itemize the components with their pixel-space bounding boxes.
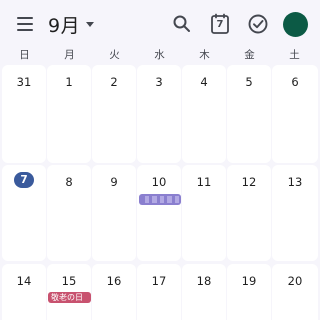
month-grid: 31 1 2 3 4 5 6 7 8 9 10 11 12 13 14 15 敬… (0, 65, 320, 320)
today-badge: 7 (14, 172, 34, 188)
day-cell[interactable]: 3 (137, 65, 181, 163)
day-number: 11 (196, 175, 212, 189)
day-number: 17 (151, 274, 167, 288)
event-chip-holiday[interactable]: 敬老の日 (48, 292, 91, 303)
day-number: 6 (291, 75, 299, 89)
day-cell[interactable]: 31 (2, 65, 46, 163)
month-label: 9月 (48, 14, 81, 37)
weekday-sun: 日 (19, 49, 30, 61)
day-number: 1 (65, 75, 73, 89)
day-cell[interactable]: 11 (182, 165, 226, 261)
day-cell[interactable]: 17 (137, 264, 181, 320)
month-selector[interactable]: 9月 (48, 11, 95, 37)
day-cell[interactable]: 5 (227, 65, 271, 163)
day-number: 12 (241, 175, 257, 189)
hamburger-menu-icon[interactable] (17, 17, 33, 31)
weekday-mon: 月 (64, 49, 75, 61)
day-number: 3 (155, 75, 163, 89)
day-number: 20 (287, 274, 303, 288)
day-cell[interactable]: 10 (137, 165, 181, 261)
day-cell[interactable]: 6 (272, 65, 318, 163)
day-number: 10 (151, 175, 167, 189)
day-cell[interactable]: 19 (227, 264, 271, 320)
day-number: 4 (200, 75, 208, 89)
day-number: 15 (61, 274, 77, 288)
event-chip-redacted[interactable] (139, 194, 181, 205)
today-icon-day: 7 (216, 19, 224, 30)
day-cell[interactable]: 14 (2, 264, 46, 320)
top-app-bar: 9月 7 (0, 0, 320, 48)
day-cell[interactable]: 18 (182, 264, 226, 320)
day-cell[interactable]: 15 敬老の日 (47, 264, 91, 320)
day-number: 18 (196, 274, 212, 288)
weekday-fri: 金 (244, 49, 255, 61)
day-cell[interactable]: 12 (227, 165, 271, 261)
caret-down-icon (86, 21, 95, 27)
day-number: 2 (110, 75, 118, 89)
avatar[interactable] (283, 12, 308, 37)
day-number: 5 (245, 75, 253, 89)
day-cell[interactable]: 20 (272, 264, 318, 320)
day-cell[interactable]: 16 (92, 264, 136, 320)
weekday-thu: 木 (199, 49, 210, 61)
day-cell-today[interactable]: 7 (2, 165, 46, 261)
calendar-today-icon[interactable]: 7 (208, 12, 232, 36)
day-cell[interactable]: 2 (92, 65, 136, 163)
day-cell[interactable]: 9 (92, 165, 136, 261)
day-number: 14 (16, 274, 32, 288)
weekday-sat: 土 (289, 49, 300, 61)
weekday-tue: 火 (109, 49, 120, 61)
day-number: 19 (241, 274, 257, 288)
day-cell[interactable]: 1 (47, 65, 91, 163)
weekday-wed: 水 (154, 49, 165, 61)
check-circle-icon[interactable] (246, 12, 270, 36)
search-icon[interactable] (170, 12, 194, 36)
calendar-app: 9月 7 日 月 火 水 木 金 土 31 1 2 3 4 5 6 7 8 9 … (0, 0, 320, 320)
day-number: 13 (287, 175, 303, 189)
day-number: 31 (16, 75, 32, 89)
day-cell[interactable]: 8 (47, 165, 91, 261)
day-cell[interactable]: 4 (182, 65, 226, 163)
weekday-header: 日 月 火 水 木 金 土 (0, 44, 320, 64)
day-number: 8 (65, 175, 73, 189)
day-number: 9 (110, 175, 118, 189)
day-number: 16 (106, 274, 122, 288)
day-cell[interactable]: 13 (272, 165, 318, 261)
